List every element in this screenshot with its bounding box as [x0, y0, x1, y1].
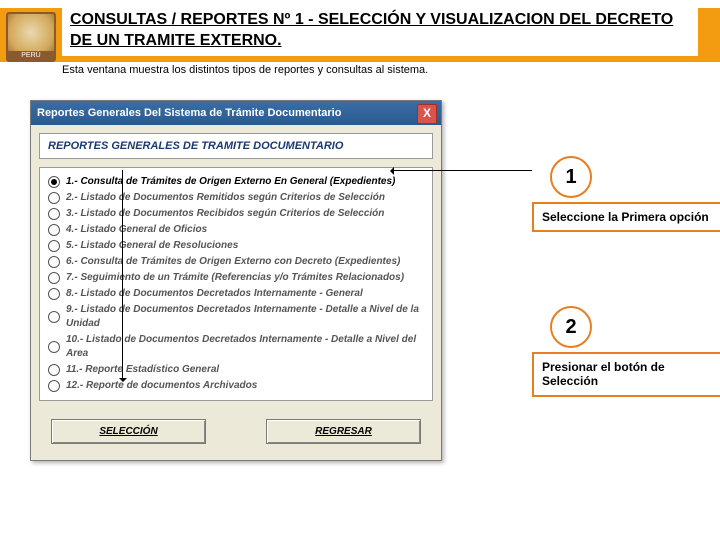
window-title: Reportes Generales Del Sistema de Trámit…: [37, 107, 341, 119]
radio-icon: [48, 240, 60, 252]
peru-seal-logo: [6, 12, 56, 62]
option-11[interactable]: 11.- Reporte Estadístico General: [44, 362, 428, 378]
step-1-text: Seleccione la Primera opción: [532, 202, 720, 232]
option-5[interactable]: 5.- Listado General de Resoluciones: [44, 238, 428, 254]
slide-subtitle: Esta ventana muestra los distintos tipos…: [62, 64, 428, 76]
option-9[interactable]: 9.- Listado de Documentos Decretados Int…: [44, 302, 428, 332]
option-7[interactable]: 7.- Seguimiento de un Trámite (Referenci…: [44, 270, 428, 286]
option-6[interactable]: 6.- Consulta de Trámites de Origen Exter…: [44, 254, 428, 270]
radio-icon: [48, 380, 60, 392]
step-2-text: Presionar el botón de Selección: [532, 352, 720, 397]
button-row: SELECCIÓN REGRESAR: [31, 409, 441, 460]
radio-icon: [48, 341, 60, 353]
arrow-2: [122, 170, 123, 380]
panel-header: REPORTES GENERALES DE TRAMITE DOCUMENTAR…: [39, 133, 433, 159]
radio-icon: [48, 224, 60, 236]
back-button[interactable]: REGRESAR: [266, 419, 421, 444]
option-10[interactable]: 10.- Listado de Documentos Decretados In…: [44, 332, 428, 362]
window-titlebar[interactable]: Reportes Generales Del Sistema de Trámit…: [31, 101, 441, 125]
step-1-badge: 1: [550, 156, 592, 198]
option-12[interactable]: 12.- Reporte de documentos Archivados: [44, 378, 428, 394]
radio-icon: [48, 192, 60, 204]
radio-icon: [48, 208, 60, 220]
radio-icon: [48, 288, 60, 300]
option-3[interactable]: 3.- Listado de Documentos Recibidos segú…: [44, 206, 428, 222]
option-4[interactable]: 4.- Listado General de Oficios: [44, 222, 428, 238]
close-icon[interactable]: X: [417, 104, 437, 124]
app-window: Reportes Generales Del Sistema de Trámit…: [30, 100, 442, 461]
radio-icon: [48, 311, 60, 323]
step-2-badge: 2: [550, 306, 592, 348]
radio-icon: [48, 364, 60, 376]
slide-title: CONSULTAS / REPORTES Nº 1 - SELECCIÓN Y …: [62, 6, 698, 56]
options-group: 1.- Consulta de Trámites de Origen Exter…: [39, 167, 433, 401]
radio-icon: [48, 176, 60, 188]
option-2[interactable]: 2.- Listado de Documentos Remitidos segú…: [44, 190, 428, 206]
option-1[interactable]: 1.- Consulta de Trámites de Origen Exter…: [44, 174, 428, 190]
option-8[interactable]: 8.- Listado de Documentos Decretados Int…: [44, 286, 428, 302]
radio-icon: [48, 256, 60, 268]
select-button[interactable]: SELECCIÓN: [51, 419, 206, 444]
arrow-1: [392, 170, 532, 171]
radio-icon: [48, 272, 60, 284]
